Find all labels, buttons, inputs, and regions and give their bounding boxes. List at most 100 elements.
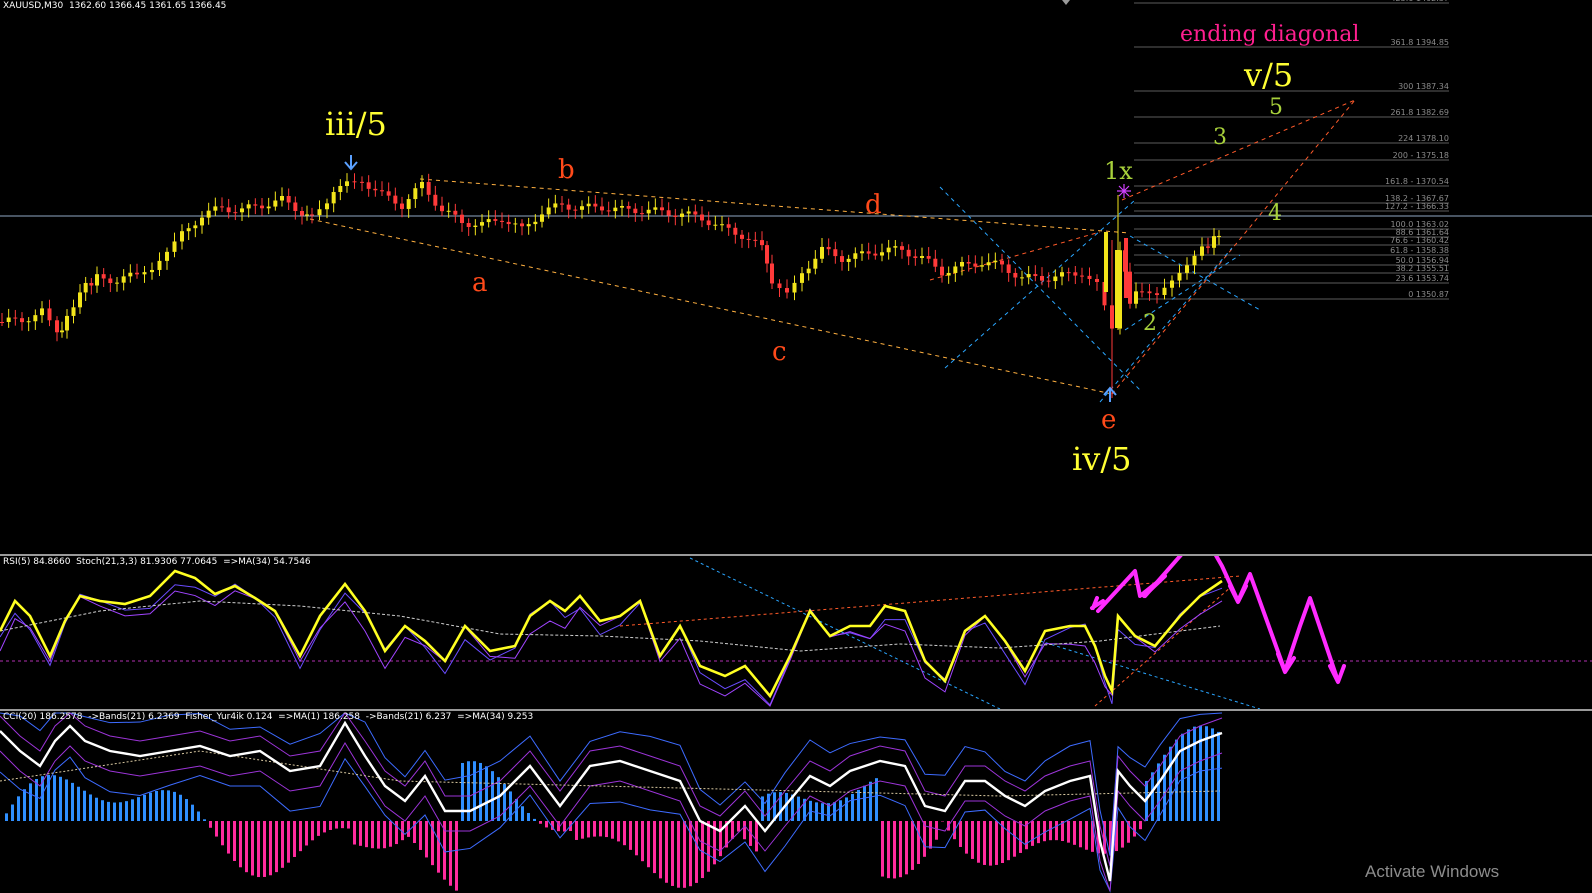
histogram-bar [845, 797, 848, 821]
candle-body [613, 207, 618, 212]
candle-body [606, 210, 611, 212]
cci-canvas[interactable] [0, 711, 1592, 893]
wave-label-e: e [1101, 405, 1117, 435]
histogram-bar [161, 790, 164, 821]
histogram-bar [599, 821, 602, 837]
candle-body [813, 258, 818, 269]
histogram-bar [251, 821, 254, 876]
fisher-histogram [5, 725, 1220, 891]
diagonal-lower-red [1121, 99, 1356, 201]
candle-body [1217, 235, 1221, 237]
candle-body [760, 240, 764, 246]
star-marker-icon [1117, 184, 1131, 198]
histogram-bar [293, 821, 296, 857]
histogram-bar [581, 821, 584, 839]
histogram-bar [1031, 821, 1034, 846]
histogram-bar [737, 821, 740, 832]
rsi-header: RSI(5) 84.8660 Stoch(21,3,3) 81.9306 77.… [3, 557, 311, 567]
candle-body [1147, 291, 1152, 294]
candle-body [266, 206, 271, 209]
histogram-bar [425, 821, 428, 858]
candle-body [520, 223, 524, 227]
diagonal-upper-red [1111, 99, 1356, 395]
histogram-bar [1205, 726, 1208, 821]
histogram-bar [65, 779, 68, 821]
candle-body [240, 208, 244, 213]
histogram-bar [473, 761, 476, 821]
candle-body [553, 203, 558, 208]
candle-body [806, 268, 811, 274]
histogram-bar [389, 821, 392, 847]
histogram-bar [635, 821, 638, 856]
price-chart-canvas[interactable] [0, 0, 1592, 554]
candle-body [193, 225, 198, 229]
histogram-bar [341, 821, 344, 829]
candle-body [325, 203, 329, 210]
candle-body [1185, 265, 1189, 273]
candle-body [26, 321, 31, 323]
histogram-bar [1211, 728, 1214, 821]
candle-body [1006, 264, 1011, 273]
candle-body [853, 253, 858, 259]
candle-body [220, 206, 224, 208]
histogram-bar [539, 821, 542, 824]
collapse-triangle-icon[interactable] [1062, 0, 1070, 5]
candle-body [713, 224, 718, 226]
candle-body [453, 210, 458, 215]
candle-body [1080, 275, 1084, 277]
fib-level-label: 38.2 1355.51 [1395, 264, 1449, 273]
price-chart-pane[interactable]: XAUUSD,M30 1362.60 1366.45 1361.65 1366.… [0, 0, 1592, 554]
histogram-bar [911, 821, 914, 870]
candle-body [89, 282, 94, 286]
candle-body [1095, 278, 1099, 282]
histogram-bar [335, 821, 338, 829]
wave-label-v5: v/5 [1244, 56, 1294, 94]
histogram-bar [695, 821, 698, 883]
histogram-bar [623, 821, 626, 846]
wave-label-1x: 1x [1104, 157, 1133, 185]
candle-body [946, 272, 951, 276]
histogram-bar [233, 821, 236, 861]
candle-body [1026, 274, 1031, 278]
cci-pane[interactable]: CCI(20) 186.2578 ->Bands(21) 6.2369 Fish… [0, 711, 1592, 893]
candle-body [866, 251, 871, 254]
histogram-bar [155, 791, 158, 821]
candle-body [1020, 277, 1024, 279]
candle-body [172, 241, 177, 252]
histogram-bar [869, 781, 872, 821]
rsi-stoch-canvas[interactable] [0, 556, 1592, 709]
candle-body [108, 278, 113, 284]
histogram-bar [731, 821, 734, 839]
candle-body [180, 231, 184, 242]
candle-body [1177, 272, 1182, 281]
histogram-bar [191, 804, 194, 821]
histogram-bar [221, 821, 224, 846]
candle-body [1155, 293, 1159, 295]
histogram-bar [323, 821, 326, 833]
histogram-bar [203, 819, 206, 821]
rsi-stoch-pane[interactable]: RSI(5) 84.8660 Stoch(21,3,3) 81.9306 77.… [0, 556, 1592, 709]
candle-body [305, 214, 309, 216]
histogram-bar [641, 821, 644, 862]
candle-body [480, 222, 484, 226]
fib-level-label: 224 1378.10 [1398, 134, 1449, 143]
histogram-bar [491, 771, 494, 821]
cci-header: CCI(20) 186.2578 ->Bands(21) 6.2369 Fish… [3, 712, 534, 722]
histogram-bar [485, 766, 488, 821]
candle-body [746, 238, 751, 240]
candle-body [300, 210, 304, 216]
candle-body [973, 263, 978, 267]
wave-label-d: d [865, 190, 882, 220]
candle-body [1000, 260, 1004, 265]
cci-ma-line [0, 750, 1221, 797]
candle-body [720, 224, 724, 226]
histogram-bar [209, 821, 212, 828]
candle-body [1104, 232, 1108, 292]
candle-body [680, 213, 684, 217]
histogram-bar [617, 821, 620, 842]
fib-level-label: 361.8 1394.85 [1390, 38, 1449, 47]
histogram-bar [1217, 731, 1220, 821]
histogram-bar [671, 821, 674, 886]
histogram-bar [407, 821, 410, 837]
histogram-bar [113, 802, 116, 821]
